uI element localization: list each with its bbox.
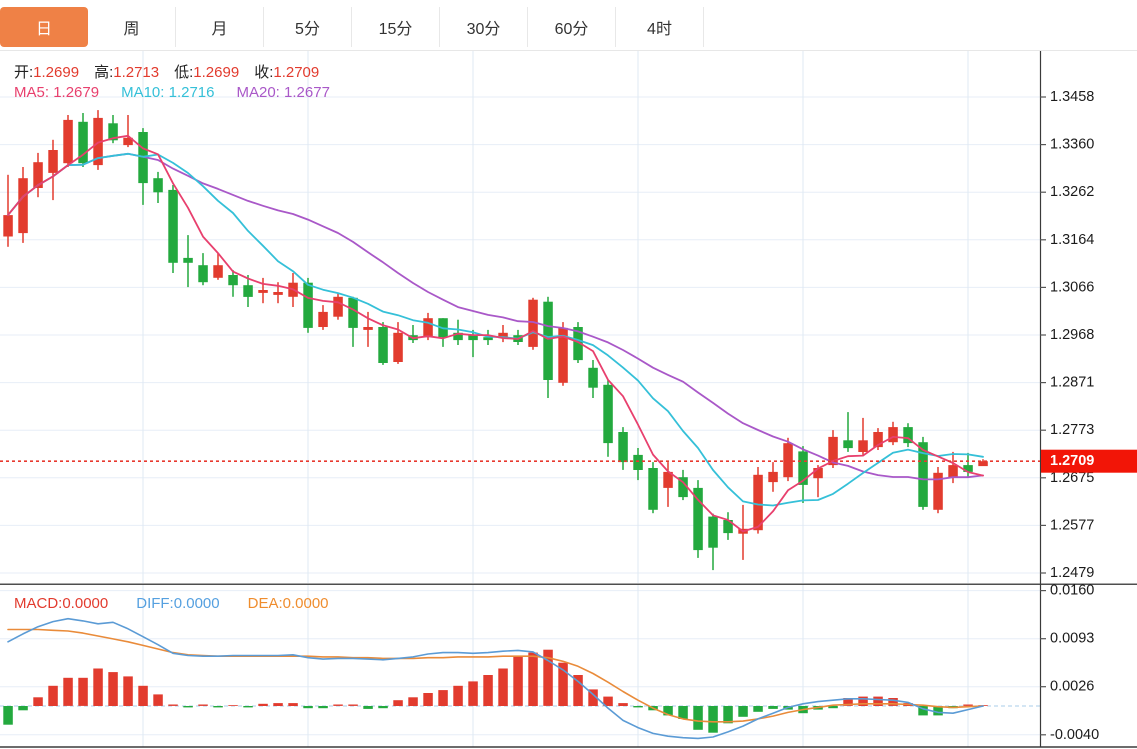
tab-15min[interactable]: 15分 xyxy=(352,7,440,47)
low-value: 低:1.2699 xyxy=(174,61,239,82)
ma-header: MA5: 1.2679 MA10: 1.2716 MA20: 1.2677 xyxy=(14,84,330,101)
ma5-value: MA5: 1.2679 xyxy=(14,84,99,101)
candles[interactable] xyxy=(3,110,988,570)
tab-month[interactable]: 月 xyxy=(176,7,264,47)
svg-text:1.3066: 1.3066 xyxy=(1050,279,1094,295)
svg-text:1.2968: 1.2968 xyxy=(1050,327,1094,343)
tab-5min[interactable]: 5分 xyxy=(264,7,352,47)
macd-value: MACD:0.0000 xyxy=(14,595,108,612)
high-value: 高:1.2713 xyxy=(94,61,159,82)
axes: 1.3458 1.3360 1.3262 1.3164 1.3066 1.2968 1.28… xyxy=(0,51,1137,747)
tab-30min[interactable]: 30分 xyxy=(440,7,528,47)
svg-text:1.3458: 1.3458 xyxy=(1050,89,1094,105)
svg-text:1.2577: 1.2577 xyxy=(1050,517,1094,533)
price-tag: 1.2709 xyxy=(1041,450,1137,473)
svg-text:1.2773: 1.2773 xyxy=(1050,422,1094,438)
ma20-value: MA20: 1.2677 xyxy=(237,84,330,101)
svg-text:1.2709: 1.2709 xyxy=(1050,453,1094,469)
svg-text:-0.0040: -0.0040 xyxy=(1050,727,1099,743)
svg-text:0.0160: 0.0160 xyxy=(1050,583,1094,599)
close-value: 收:1.2709 xyxy=(254,61,319,82)
svg-text:1.3164: 1.3164 xyxy=(1050,232,1094,248)
tab-week[interactable]: 周 xyxy=(88,7,176,47)
tab-60min[interactable]: 60分 xyxy=(528,7,616,47)
svg-text:1.2871: 1.2871 xyxy=(1050,375,1094,391)
dea-value: DEA:0.0000 xyxy=(248,595,329,612)
svg-text:1.2479: 1.2479 xyxy=(1050,565,1094,581)
tab-day[interactable]: 日 xyxy=(0,7,88,47)
tabbar-divider xyxy=(0,50,1137,51)
trading-chart-app: 1.3458 1.3360 1.3262 1.3164 1.3066 1.2968 1.28… xyxy=(0,0,1137,749)
ma10-value: MA10: 1.2716 xyxy=(121,84,214,101)
open-value: 开:1.2699 xyxy=(14,61,79,82)
svg-text:0.0093: 0.0093 xyxy=(1050,631,1094,647)
svg-text:0.0026: 0.0026 xyxy=(1050,679,1094,695)
diff-value: DIFF:0.0000 xyxy=(136,595,219,612)
tab-4hour[interactable]: 4时 xyxy=(616,7,704,47)
period-tabbar: 日 周 月 5分 15分 30分 60分 4时 xyxy=(0,7,704,47)
svg-text:1.3360: 1.3360 xyxy=(1050,137,1094,153)
macd-header: MACD:0.0000 DIFF:0.0000 DEA:0.0000 xyxy=(14,595,329,612)
chart-canvas[interactable]: 1.3458 1.3360 1.3262 1.3164 1.3066 1.2968 1.28… xyxy=(0,0,1137,749)
ma-lines xyxy=(8,136,983,532)
macd-panel xyxy=(0,619,1040,739)
ohlc-header: 开:1.2699 高:1.2713 低:1.2699 收:1.2709 xyxy=(14,61,319,82)
svg-text:1.3262: 1.3262 xyxy=(1050,184,1094,200)
